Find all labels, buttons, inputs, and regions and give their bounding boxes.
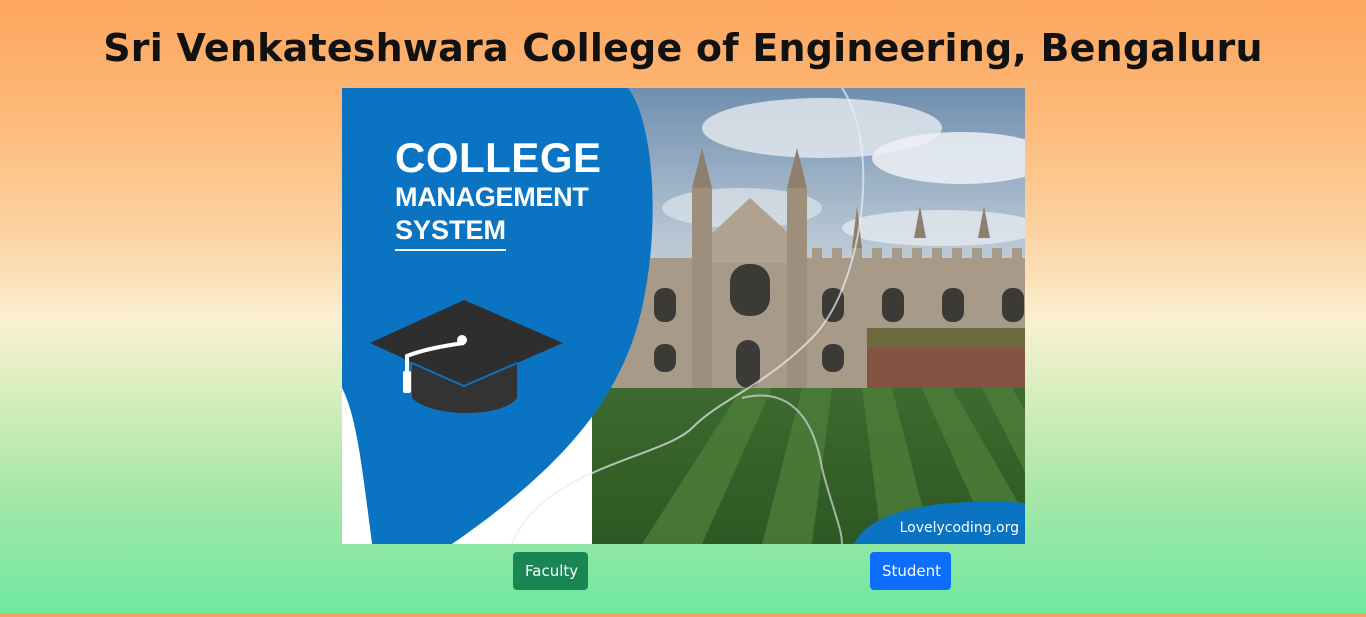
watermark-text: Lovelycoding.org (899, 520, 1019, 536)
hero-heading-line3: SYSTEM (395, 214, 507, 251)
page-title: Sri Venkateshwara College of Engineering… (103, 26, 1263, 70)
hero-heading-line2: MANAGEMENT (395, 182, 589, 212)
faculty-button[interactable]: Faculty (513, 552, 588, 590)
hero-heading-line1: COLLEGE (395, 134, 602, 181)
student-button[interactable]: Student (870, 552, 951, 590)
hero-image: COLLEGE MANAGEMENT SYSTEM Lovelycoding.o… (342, 88, 1025, 544)
hero-heading: COLLEGE MANAGEMENT SYSTEM (395, 136, 602, 251)
